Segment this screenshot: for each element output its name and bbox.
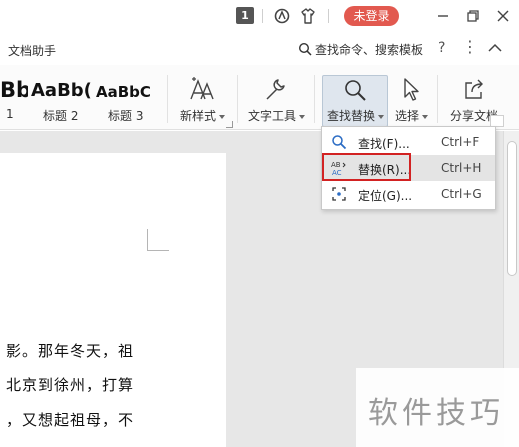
menu-item-shortcut: Ctrl+F — [441, 135, 480, 149]
new-style-icon[interactable] — [188, 75, 216, 103]
select-button[interactable]: 选择 — [395, 107, 429, 124]
restore-icon[interactable] — [464, 7, 482, 25]
select-label: 选择 — [395, 109, 420, 123]
new-style-button[interactable]: 新样式 — [180, 107, 226, 124]
margin-corner-mark — [147, 229, 169, 251]
style-heading1-sample[interactable]: Bb — [0, 78, 28, 102]
ribbon: Bb 1 AaBb( 标题 2 AaBbC 标题 3 新样式 文字工具 选择 分… — [0, 65, 519, 130]
window-count-badge[interactable]: 1 — [236, 7, 254, 24]
style-heading1-label: 1 — [6, 107, 14, 121]
find-replace-label: 查找替换 — [327, 109, 376, 123]
style-heading3-sample[interactable]: AaBbC — [96, 83, 158, 101]
divider — [314, 75, 315, 123]
login-button[interactable]: 未登录 — [344, 6, 399, 26]
doc-text-line[interactable]: ，又想起祖母，不 — [6, 409, 134, 430]
menu-doc-assistant[interactable]: 文档助手 — [8, 42, 56, 59]
command-search-label: 查找命令、搜索模板 — [315, 42, 424, 57]
menu-item-goto[interactable]: 定位(G)... Ctrl+G — [323, 181, 495, 207]
more-options-button[interactable]: ⋮ — [462, 37, 478, 56]
style-heading3-label: 标题 3 — [108, 109, 144, 123]
chevron-down-icon — [378, 114, 385, 119]
divider — [437, 75, 438, 123]
watermark-text: 软件技巧 — [368, 396, 504, 431]
magnifier-icon — [332, 135, 347, 150]
share-icon[interactable] — [460, 75, 488, 103]
chevron-down-icon — [422, 114, 429, 119]
highlight-annotation — [322, 153, 411, 181]
cursor-arrow-icon[interactable] — [397, 75, 425, 103]
style-heading2-sample[interactable]: AaBb( — [31, 80, 92, 101]
watermark: 软件技巧 — [356, 368, 519, 447]
collapse-ribbon-icon[interactable] — [488, 43, 502, 53]
document-page[interactable]: 影。那年冬天，祖 北京到徐州，打算 ，又想起祖母，不 — [0, 153, 226, 447]
menu-item-label: 定位(G)... — [358, 189, 413, 203]
divider — [237, 75, 238, 123]
goto-icon — [332, 187, 346, 201]
menu-item-shortcut: Ctrl+G — [441, 187, 482, 201]
text-tools-button[interactable]: 文字工具 — [248, 107, 306, 124]
new-style-label: 新样式 — [180, 109, 217, 123]
command-search[interactable]: 查找命令、搜索模板 — [298, 40, 423, 58]
divider — [328, 9, 329, 23]
menu-item-find[interactable]: 查找(F)... Ctrl+F — [323, 129, 495, 155]
find-replace-label-row: 查找替换 — [327, 107, 385, 124]
minimize-icon[interactable] — [434, 7, 452, 25]
wrench-icon[interactable] — [261, 75, 289, 103]
chevron-down-icon — [219, 114, 226, 119]
shirt-icon[interactable] — [298, 6, 318, 26]
search-icon — [298, 42, 312, 56]
find-replace-button[interactable]: 查找替换 — [322, 75, 388, 127]
divider — [262, 9, 263, 23]
style-heading2-label: 标题 2 — [43, 109, 79, 123]
menu-bar: 文档助手 查找命令、搜索模板 ? ⋮ — [0, 33, 519, 65]
divider — [167, 75, 168, 123]
help-button[interactable]: ? — [438, 40, 445, 56]
title-bar: 1 未登录 — [0, 0, 519, 33]
doc-text-line[interactable]: 影。那年冬天，祖 — [6, 340, 134, 361]
style-group-launcher[interactable] — [226, 121, 233, 128]
scrollbar-thumb[interactable] — [507, 141, 517, 276]
magnifier-icon — [345, 80, 366, 101]
skin-icon[interactable] — [272, 6, 292, 26]
menu-item-label: 查找(F)... — [358, 137, 410, 151]
chevron-down-icon — [299, 114, 306, 119]
menu-item-shortcut: Ctrl+H — [441, 161, 482, 175]
doc-text-line[interactable]: 北京到徐州，打算 — [6, 374, 134, 395]
text-tools-label: 文字工具 — [248, 109, 297, 123]
close-icon[interactable] — [494, 7, 512, 25]
